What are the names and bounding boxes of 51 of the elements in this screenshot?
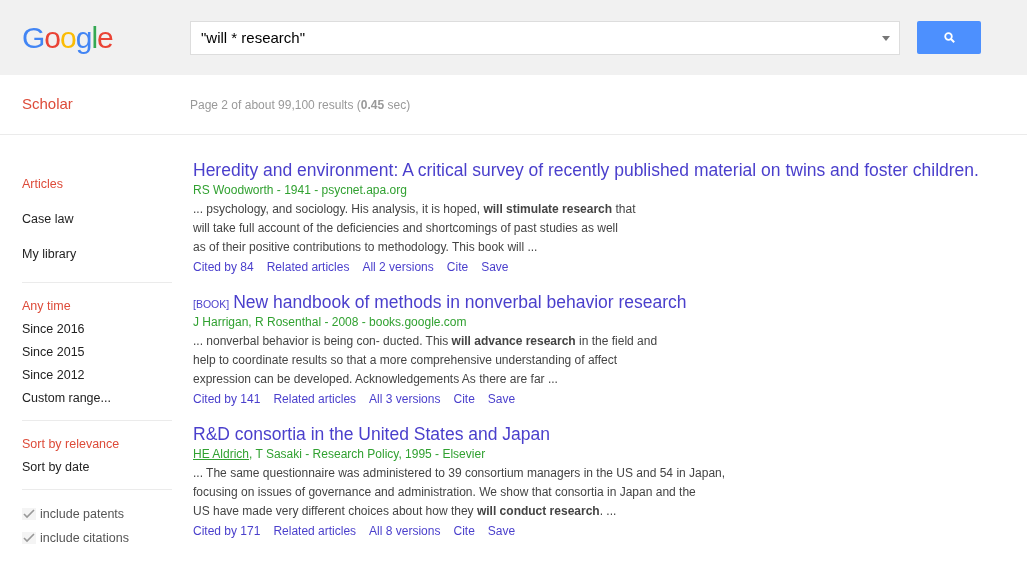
sidebar-link[interactable]: Custom range... bbox=[22, 387, 172, 410]
result-action-link[interactable]: Related articles bbox=[266, 257, 350, 277]
snippet-line: expression can be developed. Acknowledgements As there are far ... bbox=[193, 371, 559, 388]
result-action-link[interactable]: All 8 versions bbox=[369, 521, 441, 541]
checkbox[interactable] bbox=[22, 508, 36, 520]
snippet-line: focusing on issues of governance and administration. We show that consortia in Japan and the bbox=[193, 484, 697, 501]
search-field[interactable]: "will * research" bbox=[190, 20, 900, 55]
search-icon bbox=[943, 32, 955, 43]
snippet-line: will take full account of the deficiencies and shortcomings of past studies as well bbox=[193, 220, 619, 237]
sidebar-link[interactable]: Sort by date bbox=[22, 456, 172, 479]
sidebar-link[interactable]: Articles bbox=[22, 167, 172, 202]
result-byline: J Harrigan, R Rosenthal - 2008 - books.google.com bbox=[193, 314, 468, 331]
snippet-line: US have made very different choices about how they will conduct research. ... bbox=[193, 503, 618, 520]
search-button[interactable] bbox=[917, 21, 981, 54]
snippet-line: help to coordinate results so that a more comprehensive understanding of affect bbox=[193, 352, 619, 369]
result-title-link[interactable]: New handbook of methods in nonverbal behavior research bbox=[233, 291, 687, 313]
result-action-link[interactable]: Cited by 84 bbox=[193, 257, 254, 277]
result-action-link[interactable]: All 3 versions bbox=[369, 389, 441, 409]
sidebar-link[interactable]: Since 2016 bbox=[22, 318, 172, 341]
section-title: Scholar bbox=[22, 94, 74, 115]
checkbox-label: include citations bbox=[40, 530, 129, 547]
result-byline: HE Aldrich, T Sasaki - Research Policy, 1995 - Elsevier bbox=[193, 446, 487, 463]
results-count: Page 2 of about 99,100 results (0.45 sec) bbox=[190, 96, 411, 114]
result-action-link[interactable]: Save bbox=[481, 257, 509, 277]
snippet-line: as of their positive contributions to methodology. This book will ... bbox=[193, 239, 539, 256]
result-action-link[interactable]: Cite bbox=[453, 389, 475, 409]
result-action-link[interactable]: Cited by 141 bbox=[193, 389, 261, 409]
result-title-link[interactable]: Heredity and environment: A critical survey of recently published material on twins and foster children. bbox=[193, 159, 1027, 181]
result-action-link[interactable]: All 2 versions bbox=[362, 257, 434, 277]
result-action-link[interactable]: Cite bbox=[446, 257, 469, 277]
sidebar-link[interactable]: Any time bbox=[22, 295, 172, 318]
result-title-link[interactable]: R&D consortia in the United States and Japan bbox=[193, 423, 1027, 445]
sidebar-link[interactable]: Since 2012 bbox=[22, 364, 172, 387]
result-action-link[interactable]: Cite bbox=[453, 521, 475, 541]
dropdown-caret-icon[interactable] bbox=[882, 35, 890, 41]
sidebar-link[interactable]: My library bbox=[22, 237, 172, 272]
result-action-link[interactable]: Related articles bbox=[273, 389, 357, 409]
sidebar-link[interactable]: Sort by relevance bbox=[22, 433, 172, 456]
result-action-link[interactable]: Cited by 171 bbox=[193, 521, 261, 541]
checkbox[interactable] bbox=[22, 532, 36, 544]
sidebar-link[interactable]: Since 2015 bbox=[22, 341, 172, 364]
result-action-link[interactable]: Save bbox=[487, 521, 516, 541]
result-byline: RS Woodworth - 1941 - psycnet.apa.org bbox=[193, 182, 408, 199]
snippet-line: ... psychology, and sociology. His analysis, it is hoped, will stimulate research that bbox=[193, 201, 637, 218]
checkbox-label: include patents bbox=[40, 506, 125, 523]
book-tag: [BOOK] bbox=[193, 297, 230, 313]
result-action-link[interactable]: Save bbox=[487, 389, 516, 409]
snippet-line: ... nonverbal behavior is being con- ducted. This will advance research in the field and bbox=[193, 333, 659, 350]
snippet-line: ... The same questionnaire was administered to 39 consortium managers in the US and 54 in Japan, bbox=[193, 465, 727, 482]
sidebar-link[interactable]: Case law bbox=[22, 202, 172, 237]
result-action-link[interactable]: Related articles bbox=[273, 521, 357, 541]
